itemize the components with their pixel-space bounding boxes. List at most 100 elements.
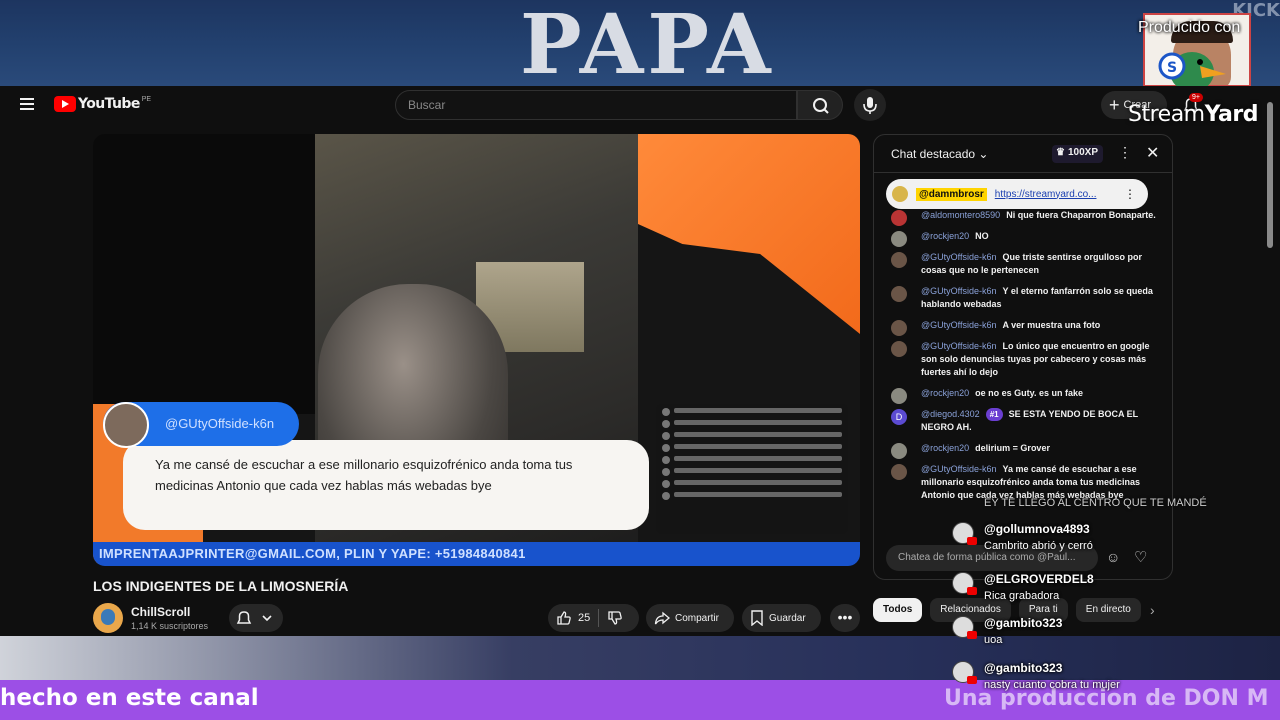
- chat-author[interactable]: @GUtyOffside-k6n: [921, 252, 997, 262]
- voice-search-button[interactable]: [854, 89, 886, 121]
- svg-text:S: S: [1167, 60, 1177, 76]
- chat-message: @rockjen20 NO: [891, 230, 1159, 247]
- chat-message: @GUtyOffside-k6n A ver muestra una foto: [891, 319, 1159, 336]
- crown-icon: ♛: [1056, 147, 1065, 158]
- search-box: [395, 90, 797, 120]
- produced-with-label: Producido con: [1138, 19, 1241, 36]
- pinned-user: @dammbrosr: [916, 187, 987, 201]
- chat-message: @GUtyOffside-k6n Que triste sentirse orgu…: [891, 251, 1159, 277]
- chat-avatar[interactable]: [891, 443, 907, 459]
- chat-author[interactable]: @rockjen20: [921, 388, 969, 398]
- chat-message: @GUtyOffside-k6n Lo único que encuentro e…: [891, 340, 1159, 379]
- chat-message: @GUtyOffside-k6n Y el eterno fanfarrón so…: [891, 285, 1159, 311]
- search-button[interactable]: [797, 90, 843, 120]
- pinned-message[interactable]: @dammbrosr https://streamyard.co... ⋮: [886, 179, 1148, 209]
- overlay-comment-avatar: [952, 661, 977, 684]
- pinned-link[interactable]: https://streamyard.co...: [995, 189, 1097, 200]
- close-chat-icon[interactable]: ✕: [1146, 143, 1159, 163]
- share-button[interactable]: Compartir: [646, 604, 734, 632]
- chat-author[interactable]: @GUtyOffside-k6n: [921, 341, 997, 351]
- chat-message: @rockjen20 oe no es Guty. es un fake: [891, 387, 1159, 404]
- more-actions-button[interactable]: •••: [830, 604, 860, 632]
- channel-name[interactable]: ChillScroll: [131, 605, 190, 619]
- live-chat-header: Chat destacado ⌄ ♛ 100XP ⋮ ✕: [874, 135, 1172, 173]
- streamyard-logo: StreamYard: [1128, 102, 1258, 127]
- save-label: Guardar: [769, 612, 806, 624]
- thumbs-down-icon[interactable]: [607, 610, 623, 626]
- menu-icon[interactable]: [20, 98, 34, 110]
- overlay-comment-user: @gambito323: [984, 616, 1063, 630]
- overlay-comment-text: Rica grabadora: [984, 590, 1060, 602]
- thumbs-up-icon[interactable]: [556, 610, 572, 626]
- stream-background-top: PAPA KICK: [0, 0, 1280, 86]
- overlay-comment-avatar: [952, 522, 977, 545]
- chat-text: Ni que fuera Chaparron Bonaparte.: [1006, 210, 1156, 220]
- chat-author[interactable]: @aldomontero8590: [921, 210, 1000, 220]
- chips-next-icon[interactable]: ›: [1150, 602, 1155, 618]
- subscription-bell-button[interactable]: [229, 604, 283, 632]
- video-title: LOS INDIGENTES DE LA LIMOSNERÍA: [93, 578, 349, 594]
- search-input[interactable]: [396, 91, 776, 119]
- overlay-comment-header: EY TE LLEGO AL CENTRO QUE TE MANDÉ: [984, 497, 1207, 509]
- notification-count-badge: 9+: [1189, 93, 1203, 102]
- chat-author[interactable]: @GUtyOffside-k6n: [921, 286, 997, 296]
- page-scrollbar[interactable]: [1266, 96, 1274, 636]
- chat-avatar[interactable]: D: [891, 409, 907, 425]
- youtube-window: YouTube PE + Crear: [0, 86, 1280, 636]
- search-icon: [813, 98, 829, 114]
- chat-author[interactable]: @rockjen20: [921, 443, 969, 453]
- video-comment-bubble: Ya me cansé de escuchar a ese millonario…: [123, 440, 649, 530]
- video-dark-area: [93, 134, 315, 414]
- chat-message: @rockjen20 delirium = Grover: [891, 442, 1159, 459]
- overlay-comment-text: uoa: [984, 634, 1003, 646]
- background-headline: PAPA: [520, 0, 775, 86]
- chat-message: D @diegod.4302 #1 SE ESTA YENDO DE BOCA EL …: [891, 408, 1159, 434]
- youtube-play-icon: [54, 96, 76, 112]
- banner-left-text: hecho en este canal: [0, 685, 259, 711]
- bookmark-icon: [751, 610, 763, 626]
- overlay-comment-text: nasty cuanto cobra tu mujer: [984, 679, 1120, 691]
- video-comment-author: @GUtyOffside-k6n: [165, 416, 275, 431]
- chat-author[interactable]: @GUtyOffside-k6n: [921, 320, 997, 330]
- video-player[interactable]: Ya me cansé de escuchar a ese millonario…: [93, 134, 860, 566]
- plus-icon: +: [1109, 95, 1120, 115]
- save-button[interactable]: Guardar: [742, 604, 821, 632]
- chat-message: @aldomontero8590 Ni que fuera Chaparron B…: [891, 209, 1159, 226]
- chip[interactable]: Todos: [873, 598, 923, 622]
- chat-avatar[interactable]: [891, 341, 907, 357]
- subscriber-count: 1,14 K suscriptores: [131, 621, 209, 631]
- chat-author[interactable]: @diegod.4302: [921, 409, 980, 419]
- video-chat-overlay: [656, 404, 848, 534]
- like-divider: [598, 609, 600, 627]
- chat-message-list: @aldomontero8590 Ni que fuera Chaparron B…: [891, 209, 1159, 510]
- live-chat-panel: Chat destacado ⌄ ♛ 100XP ⋮ ✕ @dammbrosr h…: [873, 134, 1173, 580]
- chat-avatar[interactable]: [891, 464, 907, 480]
- chat-avatar[interactable]: [891, 388, 907, 404]
- page-scrollbar-thumb[interactable]: [1267, 102, 1273, 248]
- like-dislike-group: 25: [548, 604, 639, 632]
- chat-avatar[interactable]: [891, 231, 907, 247]
- chat-mode-selector[interactable]: Chat destacado ⌄: [891, 147, 988, 161]
- chat-avatar[interactable]: [891, 286, 907, 302]
- channel-avatar[interactable]: [93, 603, 123, 633]
- youtube-logo[interactable]: YouTube PE: [54, 96, 151, 112]
- chat-author[interactable]: @GUtyOffside-k6n: [921, 464, 997, 474]
- screen: PAPA KICK Producido con S YouTube PE Bus…: [0, 0, 1280, 720]
- chat-more-icon[interactable]: ⋮: [1118, 144, 1132, 161]
- youtube-logo-word: YouTube: [78, 96, 140, 112]
- emoji-icon[interactable]: ☺: [1106, 549, 1120, 565]
- chat-author[interactable]: @rockjen20: [921, 231, 969, 241]
- chat-text: delirium = Grover: [975, 443, 1050, 453]
- chat-avatar[interactable]: [891, 252, 907, 268]
- pinned-more-icon[interactable]: ⋮: [1124, 187, 1136, 201]
- xp-badge[interactable]: ♛ 100XP: [1052, 145, 1103, 163]
- youtube-region: PE: [141, 96, 152, 103]
- overlay-comment-user: @ELGROVERDEL8: [984, 572, 1094, 586]
- overlay-comment-user: @gollumnova4893: [984, 522, 1090, 536]
- overlay-comment-text: Cambrito abrió y cerró: [984, 540, 1093, 552]
- chip[interactable]: En directo: [1075, 598, 1141, 622]
- heart-icon[interactable]: ♡: [1134, 548, 1147, 566]
- chat-avatar[interactable]: [891, 210, 907, 226]
- chat-text: NO: [975, 231, 989, 241]
- chat-avatar[interactable]: [891, 320, 907, 336]
